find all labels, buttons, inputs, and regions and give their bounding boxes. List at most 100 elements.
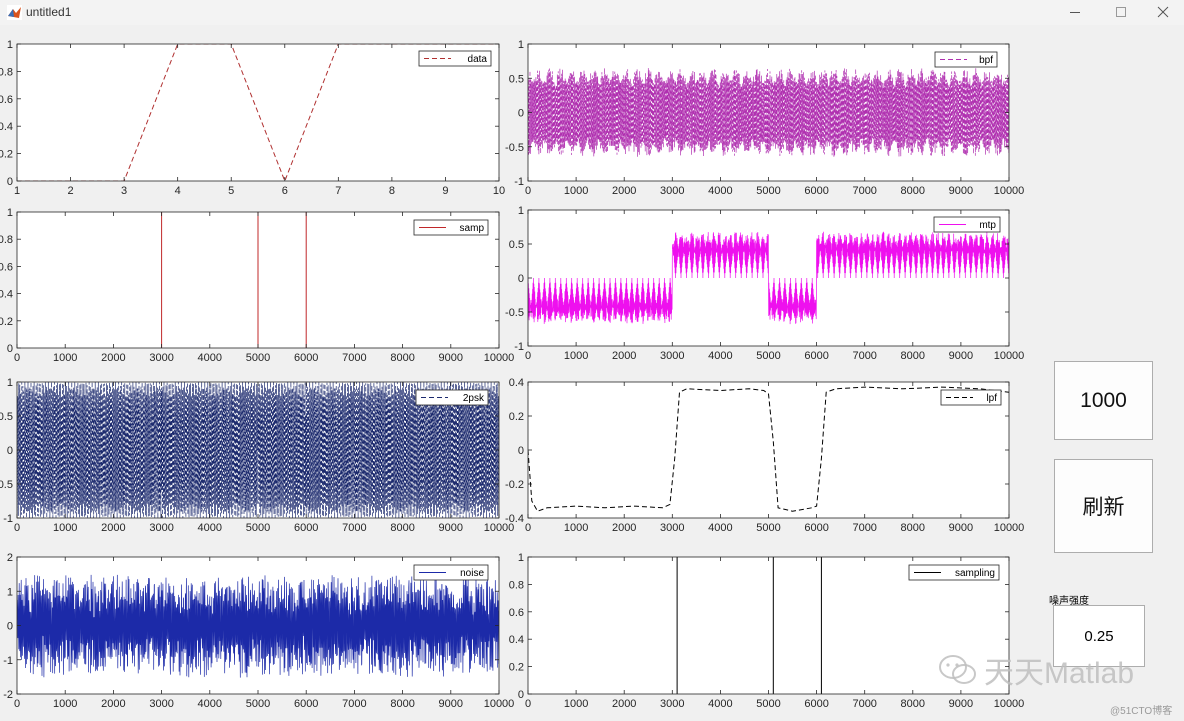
x-tick-label-noise-3: 3000 [149, 698, 173, 710]
axes-bpf: 0 1000 2000 3000 4000 5000 6000 7000 8000 9000 100… [505, 39, 1024, 197]
x-tick-label-data-4: 5 [228, 185, 234, 197]
x-tick-label-lpf-9: 9000 [949, 522, 973, 534]
x-tick-label-2psk-4: 4000 [198, 522, 222, 534]
refresh-button[interactable]: 刷新 [1054, 459, 1153, 553]
x-tick-label-2psk-5: 5000 [246, 522, 270, 534]
y-tick-label-data-2: 0.4 [0, 121, 13, 133]
x-tick-label-sampling-6: 6000 [804, 698, 828, 710]
x-tick-label-mtp-5: 5000 [756, 350, 780, 362]
x-tick-label-bpf-6: 6000 [804, 185, 828, 197]
x-tick-label-bpf-8: 8000 [901, 185, 925, 197]
y-tick-label-noise-4: 2 [7, 552, 13, 564]
x-tick-label-samp-8: 8000 [390, 352, 414, 364]
legend-label-noise: noise [460, 568, 484, 579]
y-tick-label-samp-4: 0.8 [0, 234, 13, 246]
legend-lpf[interactable]: lpf [940, 389, 1002, 406]
x-tick-label-samp-5: 5000 [246, 352, 270, 364]
y-tick-label-sampling-1: 0.2 [509, 662, 524, 674]
y-tick-label-2psk-4: 1 [7, 377, 13, 389]
x-tick-label-samp-10: 10000 [484, 352, 515, 364]
site-mark: @51CTO博客 [1110, 706, 1173, 717]
legend-mtp[interactable]: mtp [933, 216, 1001, 233]
y-tick-label-mtp-0: -1 [514, 341, 524, 353]
axes-noise: 0 1000 2000 3000 4000 5000 6000 7000 8000 9000 100… [3, 552, 514, 710]
y-tick-label-samp-2: 0.4 [0, 289, 13, 301]
x-tick-label-noise-9: 9000 [439, 698, 463, 710]
legend-2psk[interactable]: 2psk [415, 389, 489, 406]
x-tick-label-sampling-0: 0 [525, 698, 531, 710]
y-tick-label-data-5: 1 [7, 39, 13, 51]
x-tick-label-samp-4: 4000 [198, 352, 222, 364]
x-tick-label-bpf-2: 2000 [612, 185, 636, 197]
x-tick-label-bpf-9: 9000 [949, 185, 973, 197]
count-button[interactable]: 1000 [1054, 361, 1153, 440]
x-tick-label-samp-1: 1000 [53, 352, 77, 364]
watermark-text: 天天Matlab [984, 657, 1135, 690]
x-tick-label-bpf-4: 4000 [708, 185, 732, 197]
x-tick-label-bpf-0: 0 [525, 185, 531, 197]
y-tick-label-mtp-2: 0 [518, 273, 524, 285]
x-tick-label-noise-1: 1000 [53, 698, 77, 710]
y-tick-label-bpf-0: -1 [514, 176, 524, 188]
axes-lpf: 0 1000 2000 3000 4000 5000 6000 7000 8000 9000 100… [505, 377, 1024, 534]
legend-data[interactable]: data [418, 50, 492, 67]
legend-bpf[interactable]: bpf [934, 51, 998, 68]
x-tick-label-samp-9: 9000 [439, 352, 463, 364]
y-tick-label-bpf-3: 0.5 [509, 73, 524, 85]
y-tick-label-sampling-4: 0.8 [509, 579, 524, 591]
x-tick-label-bpf-5: 5000 [756, 185, 780, 197]
x-tick-label-sampling-7: 7000 [852, 698, 876, 710]
y-tick-label-2psk-2: 0 [7, 445, 13, 457]
x-tick-label-lpf-10: 10000 [994, 522, 1025, 534]
x-tick-label-mtp-9: 9000 [949, 350, 973, 362]
y-tick-label-2psk-3: 0.5 [0, 411, 13, 423]
x-tick-label-2psk-8: 8000 [390, 522, 414, 534]
axes-mtp: 0 1000 2000 3000 4000 5000 6000 7000 8000 9000 100… [505, 205, 1024, 362]
x-tick-label-2psk-3: 3000 [149, 522, 173, 534]
y-tick-label-noise-3: 1 [7, 586, 13, 598]
x-tick-label-noise-2: 2000 [101, 698, 125, 710]
x-tick-label-2psk-7: 7000 [342, 522, 366, 534]
x-tick-label-2psk-2: 2000 [101, 522, 125, 534]
x-tick-label-2psk-1: 1000 [53, 522, 77, 534]
x-tick-label-2psk-0: 0 [14, 522, 20, 534]
y-tick-label-noise-1: -1 [3, 655, 13, 667]
x-tick-label-2psk-9: 9000 [439, 522, 463, 534]
y-tick-label-samp-3: 0.6 [0, 261, 13, 273]
wechat-icon [939, 655, 976, 684]
legend-label-mtp: mtp [979, 220, 996, 231]
y-tick-label-noise-2: 0 [7, 621, 13, 633]
x-tick-label-mtp-2: 2000 [612, 350, 636, 362]
x-tick-label-lpf-5: 5000 [756, 522, 780, 534]
y-tick-label-lpf-0: -0.4 [505, 513, 524, 525]
y-tick-label-mtp-1: -0.5 [505, 307, 524, 319]
x-tick-label-noise-8: 8000 [390, 698, 414, 710]
x-tick-label-noise-10: 10000 [484, 698, 515, 710]
plot-area-lpf [528, 382, 1009, 518]
x-tick-label-data-3: 4 [175, 185, 181, 197]
x-tick-label-data-1: 2 [67, 185, 73, 197]
legend-label-2psk: 2psk [463, 393, 485, 404]
x-tick-label-2psk-6: 6000 [294, 522, 318, 534]
legend-noise[interactable]: noise [413, 564, 489, 581]
x-tick-label-lpf-1: 1000 [564, 522, 588, 534]
x-tick-label-bpf-3: 3000 [660, 185, 684, 197]
x-tick-label-lpf-8: 8000 [901, 522, 925, 534]
x-tick-label-sampling-1: 1000 [564, 698, 588, 710]
x-tick-label-bpf-10: 10000 [994, 185, 1025, 197]
legend-sampling[interactable]: sampling [908, 564, 1000, 581]
x-tick-label-data-2: 3 [121, 185, 127, 197]
y-tick-label-samp-1: 0.2 [0, 316, 13, 328]
x-tick-label-data-8: 9 [442, 185, 448, 197]
x-tick-label-data-5: 6 [282, 185, 288, 197]
y-tick-label-sampling-3: 0.6 [509, 607, 524, 619]
legend-samp[interactable]: samp [413, 219, 489, 236]
watermark: 天天Matlab [938, 648, 1134, 692]
x-tick-label-bpf-7: 7000 [852, 185, 876, 197]
x-tick-label-sampling-4: 4000 [708, 698, 732, 710]
x-tick-label-data-6: 7 [335, 185, 341, 197]
y-tick-label-lpf-2: 0 [518, 445, 524, 457]
y-tick-label-data-3: 0.6 [0, 94, 13, 106]
x-tick-label-lpf-7: 7000 [852, 522, 876, 534]
y-tick-label-bpf-1: -0.5 [505, 142, 524, 154]
